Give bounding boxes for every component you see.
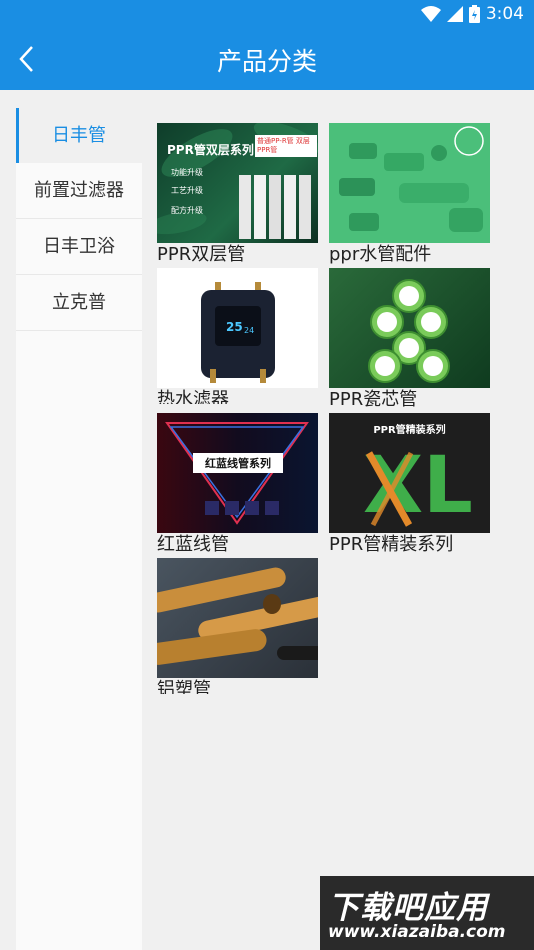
signal-icon <box>446 6 463 22</box>
device-display-value: 25 <box>226 320 243 334</box>
watermark-url: www.xiazaiba.com <box>328 922 506 942</box>
product-card[interactable]: PPR管双层系列 普通PP-R管 双层PPR管 功能升级 工艺升级 配方升级 P… <box>157 123 318 268</box>
product-image: 红蓝线管系列 <box>157 413 318 533</box>
pipe-ends-illustration <box>368 279 450 383</box>
product-card[interactable]: PPR瓷芯管 <box>329 268 490 413</box>
product-card[interactable]: 红蓝线管系列 红蓝线管 <box>157 413 318 558</box>
fittings-illustration <box>339 126 484 232</box>
status-icons: 3:04 <box>420 4 524 24</box>
product-image-subtitle: 普通PP-R管 双层PPR管 <box>255 135 317 157</box>
sidebar-item-rifeng-pipe[interactable]: 日丰管 <box>16 108 142 163</box>
device-display-value: 24 <box>244 326 255 335</box>
product-image-title: PPR管双层系列 <box>167 143 254 157</box>
product-image: PPR管精装系列 XL <box>329 413 490 533</box>
page-title: 产品分类 <box>216 47 317 76</box>
status-bar: 3:04 <box>0 0 534 28</box>
watermark: 下载吧应用 www.xiazaiba.com <box>320 876 534 950</box>
product-card[interactable]: 25 24 热水滤器 <box>157 268 318 413</box>
product-image: 25 24 <box>157 268 318 388</box>
pipes-illustration <box>157 567 318 665</box>
watermark-title: 下载吧应用 <box>328 890 488 926</box>
product-label: 铝塑管 <box>157 679 211 694</box>
wifi-icon <box>420 6 441 22</box>
orange-stripe <box>365 451 414 527</box>
product-label: PPR瓷芯管 <box>329 389 418 410</box>
product-image: PPR管双层系列 普通PP-R管 双层PPR管 功能升级 工艺升级 配方升级 <box>157 123 318 243</box>
sidebar-item-prefilter[interactable]: 前置过滤器 <box>16 163 142 219</box>
product-image-line: 功能升级 <box>171 168 203 177</box>
product-label: ppr水管配件 <box>329 244 432 265</box>
product-label: 红蓝线管 <box>157 534 229 555</box>
product-image <box>329 268 490 388</box>
product-grid: PPR管双层系列 普通PP-R管 双层PPR管 功能升级 工艺升级 配方升级 P… <box>157 123 497 703</box>
category-sidebar: 日丰管 前置过滤器 日丰卫浴 立克普 <box>16 108 142 950</box>
product-image-line: 工艺升级 <box>171 186 203 195</box>
product-card[interactable]: ppr水管配件 <box>329 123 490 268</box>
product-image <box>157 558 318 678</box>
product-label: PPR双层管 <box>157 244 246 265</box>
status-time: 3:04 <box>485 4 524 24</box>
triangle-graphic <box>165 422 309 525</box>
battery-icon <box>468 5 480 23</box>
product-label: PPR管精装系列 <box>329 534 454 555</box>
app-header: 产品分类 <box>0 28 534 90</box>
sidebar-item-rifeng-bath[interactable]: 日丰卫浴 <box>16 219 142 275</box>
product-image <box>329 123 490 243</box>
product-label: 热水滤器 <box>157 389 229 404</box>
product-card[interactable]: 铝塑管 <box>157 558 318 703</box>
product-card[interactable]: PPR管精装系列 XL PPR管精装系列 <box>329 413 490 558</box>
product-image-line: 配方升级 <box>171 206 203 215</box>
product-image-banner: 红蓝线管系列 <box>193 453 283 473</box>
sidebar-item-likepu[interactable]: 立克普 <box>16 275 142 331</box>
